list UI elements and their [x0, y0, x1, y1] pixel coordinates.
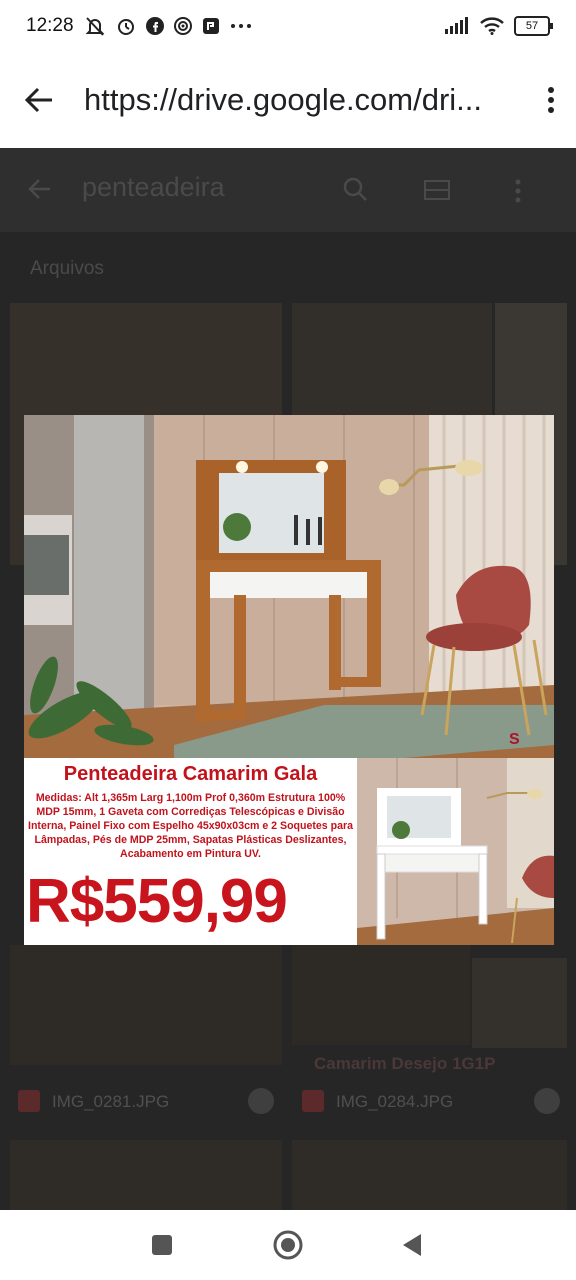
signal-icon [445, 17, 468, 34]
image-file-icon [302, 1090, 324, 1112]
image-file-icon [18, 1090, 40, 1112]
radio-icon [173, 17, 192, 35]
more-icon [230, 24, 251, 28]
wifi-icon [480, 17, 504, 35]
file-thumbnail[interactable] [10, 1140, 282, 1210]
file-thumbnail[interactable] [10, 945, 282, 1065]
mute-icon [85, 17, 104, 36]
back-arrow-icon[interactable] [24, 87, 54, 113]
info-icon[interactable] [534, 1088, 560, 1114]
info-icon[interactable] [248, 1088, 274, 1114]
alarm-icon [117, 19, 134, 35]
overflow-menu-icon[interactable] [546, 86, 556, 114]
search-icon[interactable] [342, 176, 368, 202]
drive-back-icon[interactable] [28, 178, 52, 200]
product-price: R$559,99 [26, 867, 288, 936]
status-bar: 12:28 57 [0, 0, 576, 52]
battery-icon: 57 [514, 16, 553, 36]
system-nav-bar [0, 1210, 576, 1280]
square-icon [152, 1235, 172, 1255]
drive-search-query[interactable]: penteadeira [82, 172, 225, 203]
recents-button[interactable] [122, 1210, 202, 1280]
section-label: Arquivos [30, 258, 104, 279]
drive-menu-icon[interactable] [514, 178, 522, 204]
thumbnail-title: Camarim Desejo 1G1P [314, 1054, 496, 1073]
product-thumbnail [357, 758, 554, 945]
file-thumbnail[interactable] [292, 1140, 567, 1210]
url-field[interactable]: https://drive.google.com/dri... [84, 82, 514, 118]
browser-toolbar: https://drive.google.com/dri... [0, 52, 576, 148]
app-icon [202, 18, 219, 34]
file-name[interactable]: IMG_0284.JPG [336, 1092, 453, 1112]
facebook-icon [145, 17, 164, 35]
product-title: Penteadeira Camarim Gala [63, 763, 318, 785]
grid-view-icon[interactable] [424, 180, 450, 200]
corner-mark: S [509, 731, 520, 748]
product-description: Medidas: Alt 1,365m Larg 1,100m Prof 0,3… [28, 792, 354, 860]
file-thumbnail[interactable] [472, 958, 567, 1048]
product-photo [24, 415, 554, 758]
circle-icon [273, 1230, 303, 1260]
home-button[interactable] [248, 1210, 328, 1280]
status-time: 12:28 [26, 15, 74, 36]
drive-search-header: penteadeira [0, 148, 576, 232]
file-thumbnail[interactable] [292, 945, 470, 1045]
file-name[interactable]: IMG_0281.JPG [52, 1092, 169, 1112]
triangle-back-icon [403, 1234, 421, 1256]
image-viewer[interactable]: S Penteadeira Camarim Gala Medidas: Alt … [24, 415, 554, 945]
back-button[interactable] [372, 1210, 452, 1280]
